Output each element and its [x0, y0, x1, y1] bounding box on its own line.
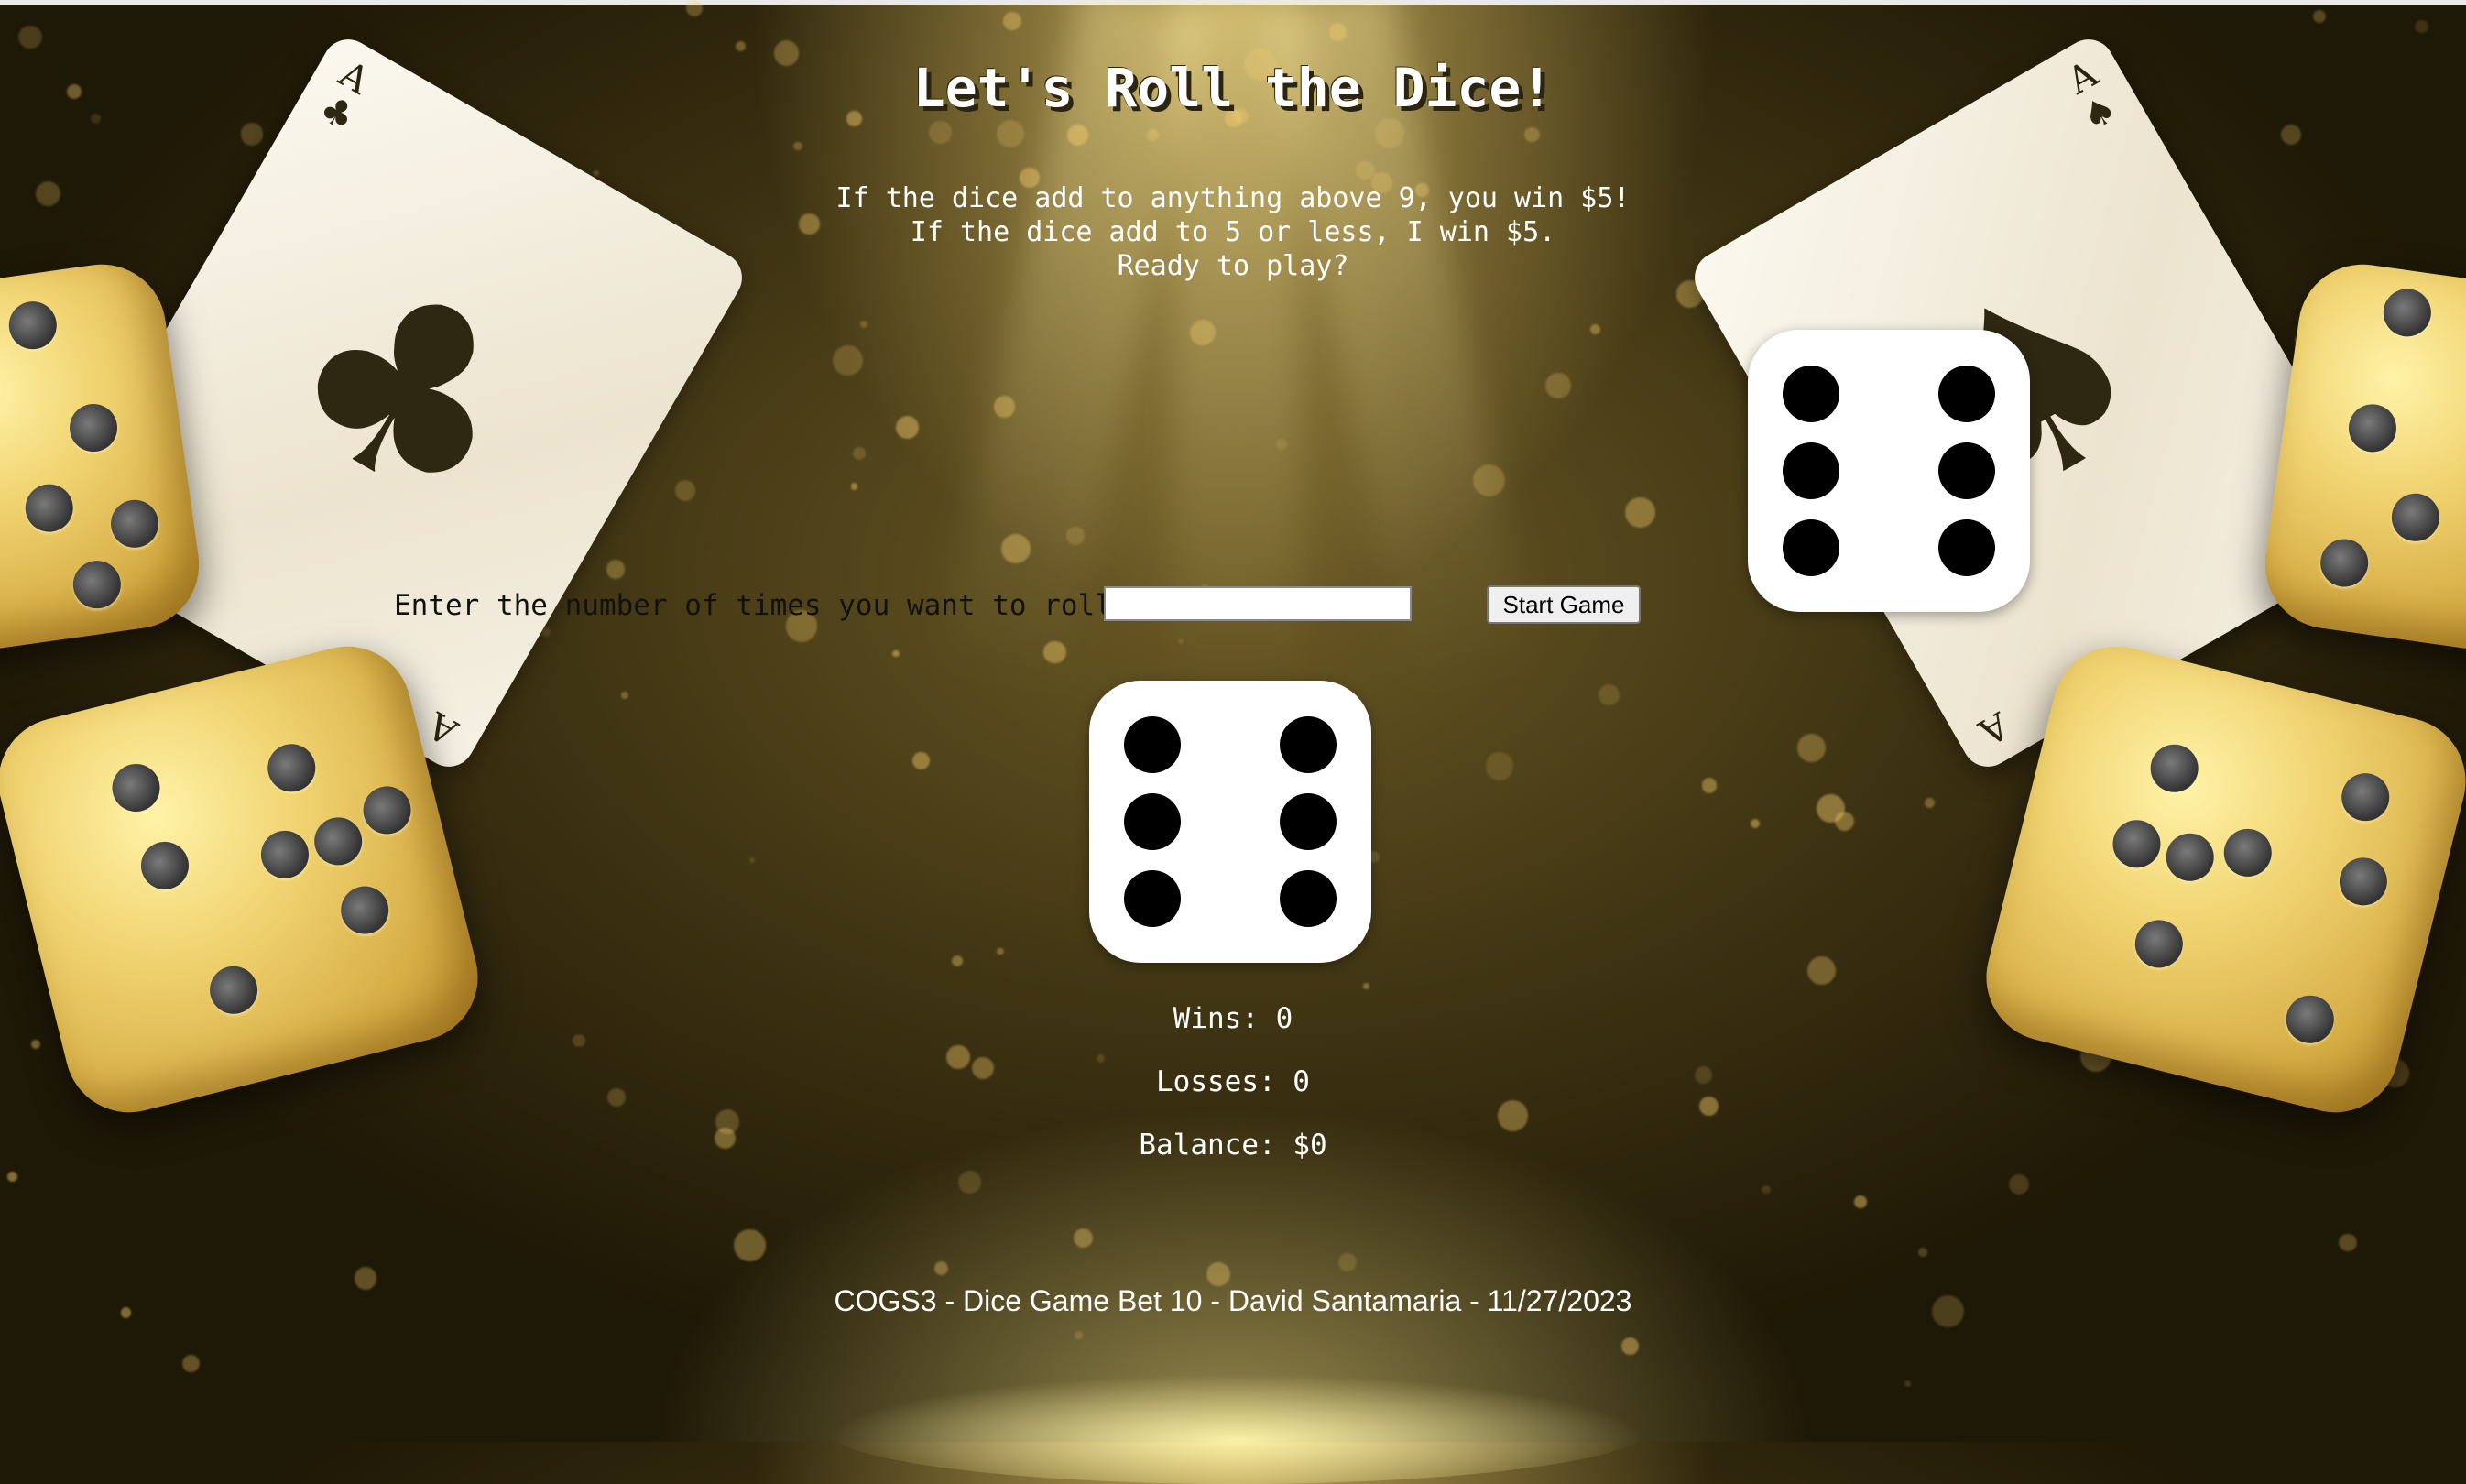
- roll-count-input[interactable]: [1104, 586, 1412, 621]
- die-one: [1748, 330, 2030, 612]
- sparkle: [1363, 982, 1370, 989]
- sparkle: [951, 955, 964, 967]
- sparkle: [572, 1034, 585, 1048]
- die-pip: [1124, 870, 1181, 927]
- die-two: [1089, 681, 1371, 963]
- die-pip: [1280, 870, 1337, 927]
- sparkle: [30, 1039, 40, 1049]
- sparkle: [911, 751, 930, 769]
- sparkle: [833, 344, 864, 376]
- sparkle: [18, 25, 42, 49]
- sparkle: [593, 169, 600, 176]
- die-pip: [1938, 366, 1995, 422]
- sparkle: [859, 321, 867, 328]
- sparkle: [896, 416, 920, 440]
- roll-form: Enter the number of times you want to ro…: [394, 584, 1641, 627]
- game-rules: If the dice add to anything above 9, you…: [0, 181, 2466, 283]
- die-pip: [1938, 442, 1995, 499]
- die-pip: [1783, 519, 1839, 576]
- sparkle: [2280, 124, 2301, 145]
- sparkle: [1625, 497, 1655, 528]
- die-pip: [1124, 793, 1181, 850]
- rule-line: Ready to play?: [1117, 250, 1349, 282]
- sparkle: [1904, 1380, 1912, 1388]
- sparkle: [1701, 778, 1718, 793]
- sparkle: [850, 483, 858, 490]
- sparkle: [1524, 127, 1540, 143]
- die-pip: [1783, 442, 1839, 499]
- sparkle: [1762, 1184, 1771, 1195]
- gold-die-decoration: [2256, 256, 2466, 660]
- rule-line: If the dice add to anything above 9, you…: [835, 182, 1631, 214]
- sparkle: [1621, 1337, 1640, 1356]
- page-title: Let's Roll the Dice!: [912, 57, 1554, 119]
- sparkle: [1834, 811, 1854, 831]
- die-pip: [1938, 519, 1995, 576]
- die-pip: [1783, 366, 1839, 422]
- die-pip: [1280, 793, 1337, 850]
- sparkle: [1751, 819, 1761, 829]
- sparkle: [2009, 1173, 2030, 1195]
- sparkle: [748, 857, 756, 864]
- sparkle: [1097, 1053, 1106, 1063]
- die-pip: [1280, 716, 1337, 773]
- losses-count: Losses: 0: [1156, 1065, 1310, 1098]
- sparkle: [1074, 1228, 1094, 1249]
- sparkle: [620, 691, 628, 699]
- sparkle: [1485, 752, 1514, 780]
- sparkle: [1925, 797, 1936, 808]
- sparkle: [958, 1171, 982, 1195]
- sparkle: [1337, 1253, 1357, 1271]
- sparkle: [1918, 1248, 1927, 1258]
- roll-count-label: Enter the number of times you want to ro…: [394, 589, 1129, 622]
- sparkle: [1545, 373, 1571, 398]
- sparkle: [2339, 1233, 2357, 1252]
- sparkle: [182, 1354, 201, 1372]
- sparkle: [2415, 19, 2429, 34]
- sparkle: [2312, 9, 2326, 23]
- sparkle: [929, 121, 952, 144]
- balance-amount: Balance: $0: [1139, 1129, 1327, 1162]
- floor-glow: [824, 1374, 1649, 1484]
- sparkle: [240, 123, 264, 146]
- die-pip: [1124, 716, 1181, 773]
- sparkle: [1796, 734, 1826, 763]
- sparkle: [1589, 323, 1601, 335]
- sparkle: [1853, 1195, 1868, 1208]
- sparkle: [735, 40, 747, 52]
- rule-line: If the dice add to 5 or less, I win $5.: [910, 216, 1556, 248]
- sparkle: [997, 948, 1004, 955]
- sparkle: [734, 1229, 766, 1261]
- start-game-button[interactable]: Start Game: [1487, 585, 1641, 624]
- card-rank: A: [420, 703, 465, 754]
- sparkle: [1806, 955, 1836, 985]
- sparkle: [1699, 1096, 1719, 1116]
- sparkle: [606, 560, 626, 579]
- sparkle: [853, 446, 867, 461]
- card-rank: A: [1971, 703, 2016, 754]
- sparkle: [1074, 1330, 1084, 1340]
- sparkle: [1598, 683, 1620, 706]
- page-footer: COGS3 - Dice Game Bet 10 - David Santama…: [834, 1284, 1632, 1317]
- sparkle: [1206, 1261, 1230, 1286]
- sparkle: [674, 480, 695, 501]
- sparkle: [6, 1172, 17, 1183]
- sparkle: [1497, 1100, 1529, 1131]
- sparkle: [1002, 11, 1022, 31]
- sparkle: [793, 141, 802, 151]
- sparkle: [933, 1261, 948, 1276]
- sparkle: [996, 119, 1024, 147]
- sparkle: [1816, 793, 1846, 824]
- wins-count: Wins: 0: [1173, 1002, 1293, 1035]
- sparkle: [892, 649, 900, 658]
